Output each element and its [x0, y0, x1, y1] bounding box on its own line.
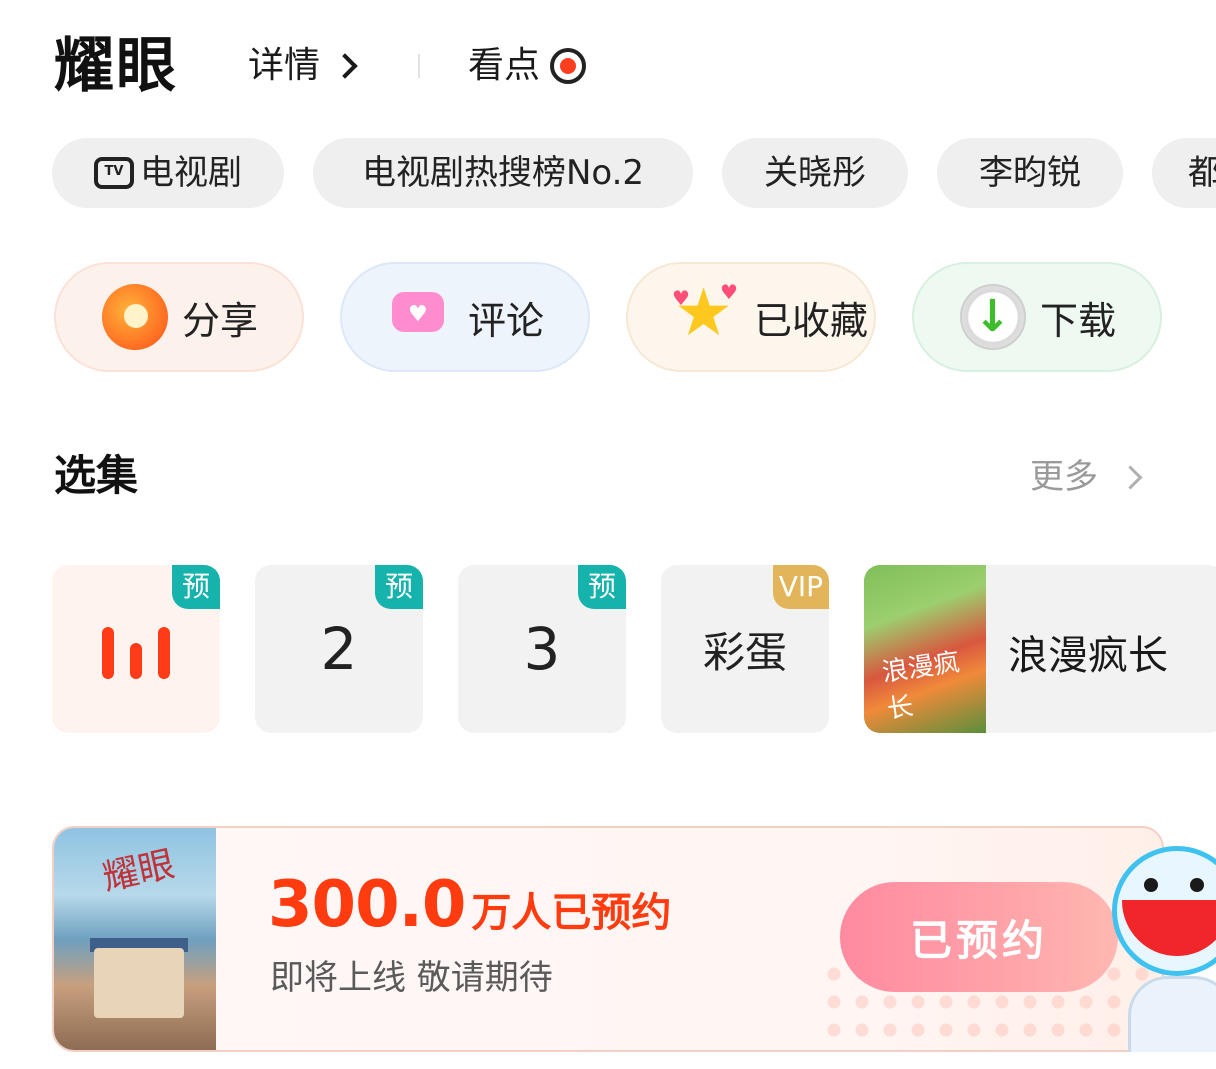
preview-badge: 预 — [172, 565, 220, 609]
reserved-button[interactable]: 已预约 — [840, 882, 1118, 992]
tag-label: 都 — [1188, 153, 1216, 193]
detail-label: 详情 — [248, 45, 321, 86]
show-poster: 耀眼 — [54, 828, 216, 1050]
vip-badge: VIP — [772, 565, 829, 609]
download-button[interactable]: ↓ 下载 — [912, 262, 1162, 372]
episode-bonus[interactable]: 彩蛋 VIP — [661, 565, 829, 733]
tag-actor-2[interactable]: 李昀锐 — [937, 138, 1123, 208]
episodes-title: 选集 — [54, 451, 139, 500]
poster-title: 耀眼 — [99, 843, 179, 899]
tag-more[interactable]: 都 — [1152, 138, 1216, 208]
more-episodes-link[interactable]: 更多 — [1030, 454, 1143, 500]
page-title: 耀眼 — [54, 31, 178, 101]
tv-icon: TV — [94, 157, 134, 189]
chat-bubble-icon: ♥ — [388, 284, 454, 350]
reservation-subtitle: 即将上线 敬请期待 — [270, 958, 553, 998]
featured-thumbnail: 浪漫疯长 — [864, 565, 986, 733]
reservation-count: 300.0 万人已预约 — [268, 868, 671, 942]
highlights-badge-icon — [550, 48, 587, 84]
chevron-right-icon — [1118, 464, 1143, 490]
chevron-right-icon — [332, 53, 358, 79]
download-label: 下载 — [1040, 298, 1117, 343]
share-label: 分享 — [182, 298, 259, 343]
tag-actor-1[interactable]: 关晓彤 — [722, 138, 908, 208]
tag-hot-rank[interactable]: 电视剧热搜榜No.2 — [313, 138, 693, 208]
episode-1[interactable]: 预 — [52, 565, 220, 733]
more-label: 更多 — [1030, 457, 1098, 497]
megaphone-icon — [102, 284, 168, 350]
preview-badge: 预 — [578, 565, 626, 609]
reservation-number: 300.0 — [268, 868, 466, 942]
comment-button[interactable]: ♥ 评论 — [340, 262, 590, 372]
playing-bars-icon — [102, 619, 172, 679]
episode-2[interactable]: 2 预 — [255, 565, 423, 733]
highlights-label: 看点 — [468, 45, 541, 86]
download-arrow-icon: ↓ — [960, 284, 1026, 350]
reservation-unit: 万人已预约 — [471, 890, 672, 936]
robot-mascot-icon — [1104, 826, 1216, 1052]
favorite-button[interactable]: ★ ♥ ♥ 已收藏 — [626, 262, 876, 372]
detail-link[interactable]: 详情 — [248, 44, 358, 88]
preview-badge: 预 — [375, 565, 423, 609]
thumbnail-title: 浪漫疯长 — [880, 647, 962, 725]
highlights-link[interactable]: 看点 — [468, 44, 587, 88]
tag-label: 电视剧 — [140, 153, 242, 193]
favorite-label: 已收藏 — [754, 298, 869, 343]
tag-category[interactable]: TV 电视剧 — [52, 138, 284, 208]
comment-label: 评论 — [468, 298, 545, 343]
featured-title: 浪漫疯长 — [1008, 633, 1168, 679]
episode-3[interactable]: 3 预 — [458, 565, 626, 733]
header-divider — [418, 54, 420, 78]
share-button[interactable]: 分享 — [54, 262, 304, 372]
tag-label: 电视剧热搜榜No.2 — [361, 153, 645, 193]
tag-label: 李昀锐 — [979, 153, 1081, 193]
tag-label: 关晓彤 — [764, 153, 866, 193]
featured-episode-card[interactable]: 浪漫疯长 浪漫疯长 — [864, 565, 1216, 733]
star-icon: ★ ♥ ♥ — [672, 274, 738, 351]
